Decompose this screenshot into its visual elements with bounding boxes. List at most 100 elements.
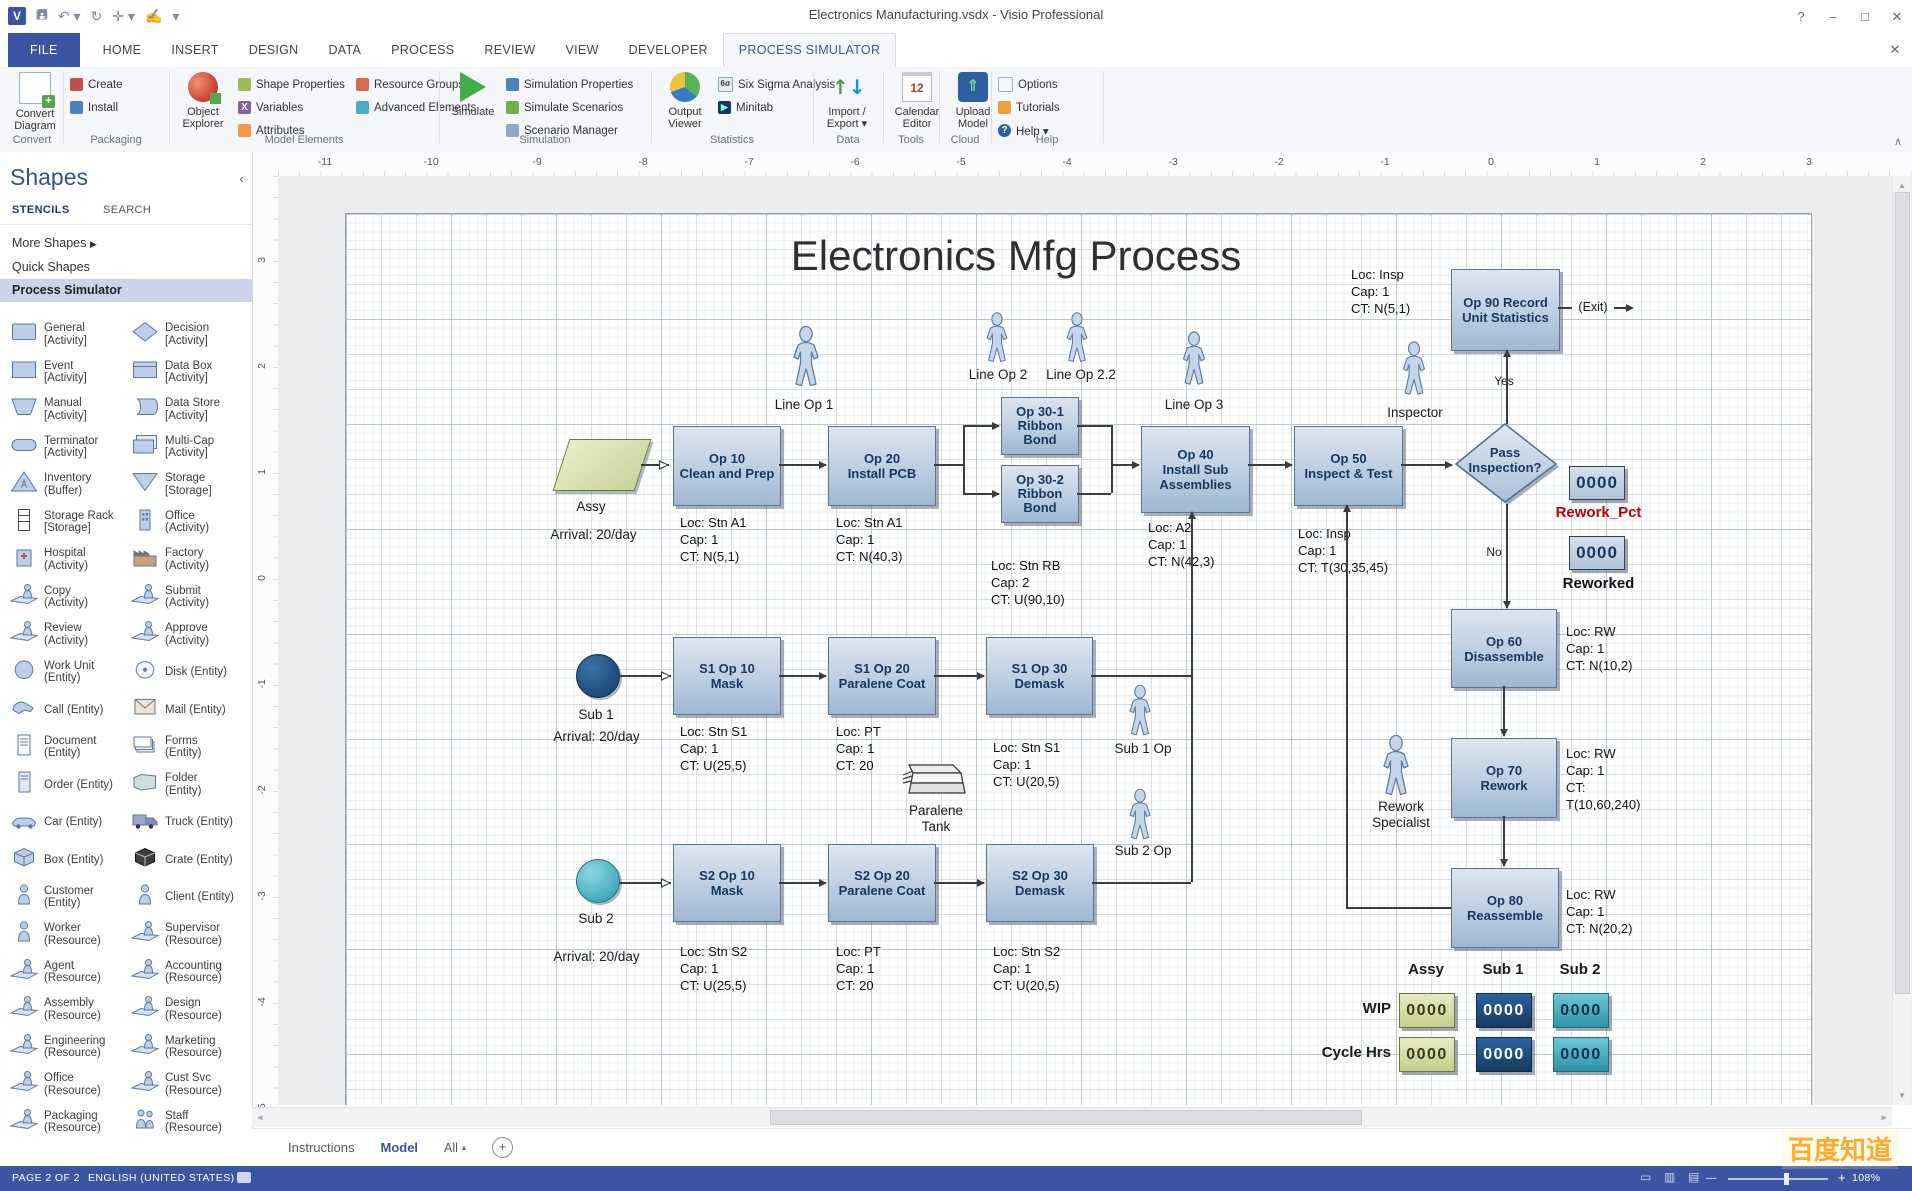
stencil-shape-item[interactable]: Folder (Entity) bbox=[129, 766, 250, 804]
zoom-in-button[interactable]: + bbox=[1838, 1170, 1846, 1185]
stencil-shape-item[interactable]: Manual [Activity] bbox=[8, 391, 129, 429]
drawing-page[interactable]: Electronics Mfg Process Line Op 1 Line O… bbox=[345, 213, 1812, 1105]
collapse-panel-icon[interactable]: ‹ bbox=[239, 170, 244, 186]
stencil-shape-item[interactable]: Event [Activity] bbox=[8, 354, 129, 392]
process-box-op60[interactable]: Op 60 Disassemble bbox=[1451, 609, 1557, 688]
ribbon-tab[interactable]: DEVELOPER bbox=[614, 33, 723, 67]
language-indicator[interactable]: ENGLISH (UNITED STATES) bbox=[88, 1172, 235, 1184]
stencil-shape-item[interactable]: Hospital (Activity) bbox=[8, 541, 129, 579]
ribbon-tab[interactable]: FILE bbox=[8, 33, 80, 67]
databox-reworked[interactable]: 0000 bbox=[1569, 536, 1625, 570]
options-button[interactable]: Options bbox=[998, 74, 1058, 95]
process-box-s2op30[interactable]: S2 Op 30 Demask bbox=[986, 844, 1094, 922]
help-button[interactable]: ? bbox=[1786, 0, 1816, 33]
variables-button[interactable]: XVariables bbox=[238, 97, 303, 118]
stencil-shape-item[interactable]: Marketing (Resource) bbox=[129, 1029, 250, 1067]
person-shape-sub2-op[interactable] bbox=[1125, 789, 1155, 841]
stencil-shape-item[interactable]: Accounting (Resource) bbox=[129, 954, 250, 992]
stencil-shape-item[interactable]: Review (Activity) bbox=[8, 616, 129, 654]
assy-entity-shape[interactable] bbox=[553, 439, 652, 491]
process-box-op20[interactable]: Op 20 Install PCB bbox=[828, 426, 936, 506]
wip-cell-assy[interactable]: 0000 bbox=[1399, 993, 1455, 1028]
process-box-op40[interactable]: Op 40 Install Sub Assemblies bbox=[1141, 426, 1250, 513]
tab-stencils[interactable]: STENCILS bbox=[12, 204, 70, 216]
stencil-shape-item[interactable]: Disk (Entity) bbox=[129, 654, 250, 692]
process-box-op10[interactable]: Op 10 Clean and Prep bbox=[673, 426, 781, 506]
stencil-shape-item[interactable]: Packaging (Resource) bbox=[8, 1104, 129, 1142]
stencil-shape-item[interactable]: Car (Entity) bbox=[8, 804, 129, 842]
install-button[interactable]: Install bbox=[70, 97, 118, 118]
minitab-button[interactable]: ▶Minitab bbox=[718, 97, 773, 118]
stencil-shape-item[interactable]: Assembly (Resource) bbox=[8, 991, 129, 1029]
ribbon-tab[interactable]: REVIEW bbox=[469, 33, 550, 67]
scroll-right-icon[interactable]: ► bbox=[1880, 1108, 1888, 1127]
stencil-shape-item[interactable]: Decision [Activity] bbox=[129, 316, 250, 354]
stencil-shape-item[interactable]: Storage Rack [Storage] bbox=[8, 504, 129, 542]
page-indicator[interactable]: PAGE 2 OF 2 bbox=[12, 1172, 80, 1184]
stencil-shape-item[interactable]: Crate (Entity) bbox=[129, 841, 250, 879]
document-close-icon[interactable]: ✕ bbox=[1880, 33, 1910, 67]
ribbon-tab[interactable]: VIEW bbox=[551, 33, 614, 67]
close-button[interactable]: ✕ bbox=[1882, 0, 1912, 33]
drawing-canvas[interactable]: Electronics Mfg Process Line Op 1 Line O… bbox=[278, 176, 1912, 1105]
stencil-shape-item[interactable]: Agent (Resource) bbox=[8, 954, 129, 992]
add-page-button[interactable]: + bbox=[492, 1137, 513, 1158]
simulate-button[interactable]: Simulate bbox=[444, 72, 502, 118]
stencil-shape-item[interactable]: Call (Entity) bbox=[8, 691, 129, 729]
stencil-shape-item[interactable]: Customer (Entity) bbox=[8, 879, 129, 917]
person-shape-inspector[interactable] bbox=[1399, 341, 1429, 397]
zoom-out-button[interactable]: — bbox=[1706, 1172, 1717, 1184]
sub1-entity-shape[interactable] bbox=[576, 654, 620, 698]
stencil-shape-item[interactable]: Copy (Activity) bbox=[8, 579, 129, 617]
view-mode-icon[interactable]: ▭ bbox=[1640, 1170, 1651, 1184]
stencil-shape-item[interactable]: Design (Resource) bbox=[129, 991, 250, 1029]
tab-instructions[interactable]: Instructions bbox=[288, 1140, 354, 1155]
simulate-scenarios-button[interactable]: Simulate Scenarios bbox=[506, 97, 623, 118]
stencil-shape-item[interactable]: Inventory (Buffer) bbox=[8, 466, 129, 504]
calendar-editor-button[interactable]: 12 Calendar Editor bbox=[888, 72, 946, 130]
horizontal-scrollbar-thumb[interactable] bbox=[770, 1110, 1362, 1125]
stencil-shape-item[interactable]: Order (Entity) bbox=[8, 766, 129, 804]
process-box-op80[interactable]: Op 80 Reassemble bbox=[1451, 868, 1559, 948]
stencil-shape-item[interactable]: Data Store [Activity] bbox=[129, 391, 250, 429]
stencil-shape-item[interactable]: Client (Entity) bbox=[129, 879, 250, 917]
process-box-op70[interactable]: Op 70 Rework bbox=[1451, 738, 1557, 818]
create-button[interactable]: Create bbox=[70, 74, 123, 95]
zoom-percentage[interactable]: 108% bbox=[1852, 1172, 1880, 1184]
stencil-shape-item[interactable]: Engineering (Resource) bbox=[8, 1029, 129, 1067]
vertical-scrollbar[interactable]: ▲ ▼ bbox=[1892, 176, 1911, 1105]
cyclehrs-cell-assy[interactable]: 0000 bbox=[1399, 1037, 1455, 1072]
sub2-entity-shape[interactable] bbox=[576, 859, 620, 903]
zoom-slider[interactable] bbox=[1728, 1178, 1828, 1180]
ribbon-tab[interactable]: PROCESS bbox=[376, 33, 469, 67]
person-shape-sub1-op[interactable] bbox=[1125, 685, 1155, 737]
ribbon-tab[interactable]: HOME bbox=[88, 33, 157, 67]
tab-search[interactable]: SEARCH bbox=[103, 204, 151, 216]
stencil-shape-item[interactable]: Work Unit (Entity) bbox=[8, 654, 129, 692]
cyclehrs-cell-sub2[interactable]: 0000 bbox=[1553, 1037, 1609, 1072]
process-box-s2op20[interactable]: S2 Op 20 Paralene Coat bbox=[828, 844, 936, 922]
zoom-slider-thumb[interactable] bbox=[1784, 1173, 1789, 1185]
scroll-left-icon[interactable]: ◄ bbox=[256, 1108, 264, 1127]
wip-cell-sub2[interactable]: 0000 bbox=[1553, 993, 1609, 1028]
stencil-shape-item[interactable]: Cust Svc (Resource) bbox=[129, 1066, 250, 1104]
stencil-shape-item[interactable]: General [Activity] bbox=[8, 316, 129, 354]
output-viewer-button[interactable]: Output Viewer bbox=[656, 72, 714, 130]
decision-shape-pass-inspection[interactable]: Pass Inspection? bbox=[1449, 421, 1561, 507]
process-box-op90[interactable]: Op 90 Record Unit Statistics bbox=[1451, 269, 1560, 351]
stencil-shape-item[interactable]: Submit (Activity) bbox=[129, 579, 250, 617]
convert-diagram-button[interactable]: + Convert Diagram bbox=[6, 72, 64, 132]
stencil-shape-item[interactable]: Approve (Activity) bbox=[129, 616, 250, 654]
stencil-shape-item[interactable]: Mail (Entity) bbox=[129, 691, 250, 729]
minimize-button[interactable]: – bbox=[1818, 0, 1848, 33]
process-box-s2op10[interactable]: S2 Op 10 Mask bbox=[673, 844, 781, 922]
stencil-shape-item[interactable]: Factory (Activity) bbox=[129, 541, 250, 579]
stencil-shape-item[interactable]: Worker (Resource) bbox=[8, 916, 129, 954]
stencil-shape-item[interactable]: Office (Activity) bbox=[129, 504, 250, 542]
vertical-scrollbar-thumb[interactable] bbox=[1895, 192, 1910, 994]
import-export-button[interactable]: ↑↓ Import / Export ▾ bbox=[818, 72, 876, 130]
page-filter-dropdown[interactable]: All▴ bbox=[444, 1141, 466, 1155]
stencil-shape-item[interactable]: Terminator [Activity] bbox=[8, 429, 129, 467]
ribbon-tab[interactable]: PROCESS SIMULATOR bbox=[723, 33, 896, 67]
upload-model-button[interactable]: ⇑ Upload Model bbox=[944, 72, 1002, 130]
